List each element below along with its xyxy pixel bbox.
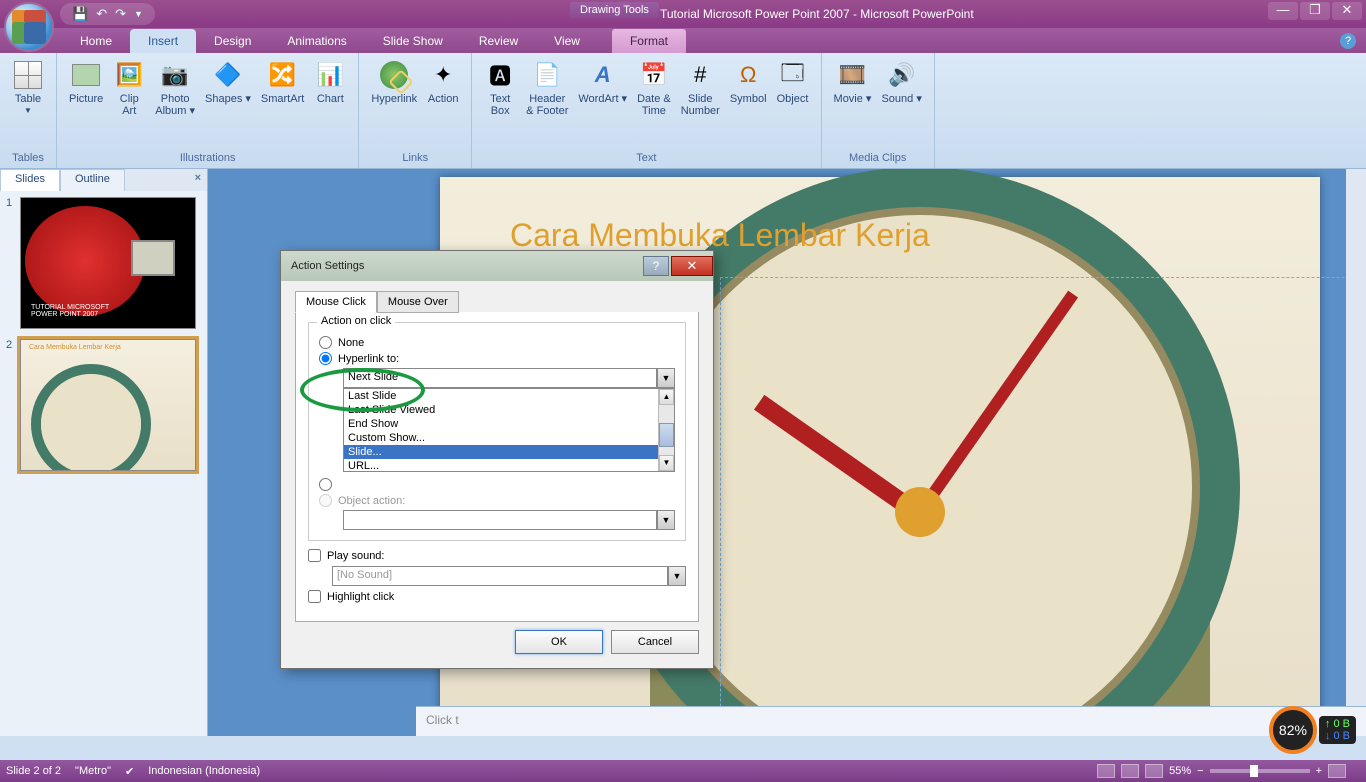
spellcheck-icon[interactable]: ✔	[125, 765, 134, 778]
tab-view[interactable]: View	[536, 29, 598, 53]
combo-dropdown-icon: ▼	[657, 510, 675, 530]
qat-dropdown-icon[interactable]: ▼	[134, 9, 143, 19]
clipart-button[interactable]: 🖼️Clip Art	[109, 57, 149, 150]
movie-button[interactable]: 🎞️Movie ▾	[830, 57, 876, 150]
dialog-close-button[interactable]: ✕	[671, 256, 713, 276]
ribbon-group-text: 🅰Text Box 📄Header & Footer AWordArt ▾ 📅D…	[472, 53, 821, 168]
ribbon-group-media: 🎞️Movie ▾ 🔊Sound ▾ Media Clips	[822, 53, 935, 168]
redo-icon[interactable]: ↷	[115, 6, 126, 22]
photoalbum-button[interactable]: 📷Photo Album ▾	[151, 57, 199, 150]
tab-format[interactable]: Format	[612, 29, 686, 53]
groupbox-label: Action on click	[317, 315, 395, 327]
meter-percent: 82%	[1269, 706, 1317, 754]
tab-slideshow[interactable]: Slide Show	[365, 29, 461, 53]
network-meter-overlay: 82% ↑ 0 B ↓ 0 B	[1269, 706, 1356, 754]
undo-icon[interactable]: ↶	[96, 6, 107, 22]
tab-home[interactable]: Home	[62, 29, 130, 53]
zoom-percent[interactable]: 55%	[1169, 765, 1191, 777]
tab-review[interactable]: Review	[461, 29, 536, 53]
slide-thumbnail[interactable]: 2 Cara Membuka Lembar Kerja	[6, 339, 201, 471]
object-button[interactable]: 🗔Object	[773, 57, 813, 150]
hyperlink-listbox[interactable]: Last Slide Last Slide Viewed End Show Cu…	[343, 388, 675, 472]
notes-pane[interactable]: Click t	[416, 706, 1366, 736]
wordart-button[interactable]: AWordArt ▾	[574, 57, 631, 150]
slideshow-view-button[interactable]	[1145, 764, 1163, 778]
language-indicator[interactable]: Indonesian (Indonesia)	[148, 765, 260, 777]
ribbon-tab-strip: Home Insert Design Animations Slide Show…	[0, 28, 1366, 53]
restore-button[interactable]: ❐	[1300, 2, 1330, 20]
status-bar: Slide 2 of 2 "Metro" ✔ Indonesian (Indon…	[0, 760, 1366, 782]
hyperlink-combo[interactable]: Next Slide	[343, 368, 657, 388]
table-button[interactable]: Table▼	[8, 57, 48, 150]
slide-title-text[interactable]: Cara Membuka Lembar Kerja	[510, 217, 930, 254]
ribbon: Table▼ Tables Picture 🖼️Clip Art 📷Photo …	[0, 53, 1366, 169]
zoom-slider[interactable]	[1210, 769, 1310, 773]
zoom-in-button[interactable]: +	[1316, 765, 1322, 777]
highlight-checkbox[interactable]	[308, 590, 321, 603]
help-icon[interactable]: ?	[1340, 33, 1356, 49]
theme-indicator: "Metro"	[75, 765, 111, 777]
download-rate: ↓ 0 B	[1325, 730, 1350, 742]
ribbon-group-tables: Table▼ Tables	[0, 53, 57, 168]
zoom-out-button[interactable]: −	[1197, 765, 1203, 777]
symbol-button[interactable]: ΩSymbol	[726, 57, 771, 150]
radio-run-program[interactable]	[319, 478, 332, 491]
object-action-combo	[343, 510, 657, 530]
outline-tab[interactable]: Outline	[60, 169, 125, 191]
mouseclick-tab[interactable]: Mouse Click	[295, 291, 377, 313]
picture-button[interactable]: Picture	[65, 57, 107, 150]
cancel-button[interactable]: Cancel	[611, 630, 699, 654]
ok-button[interactable]: OK	[515, 630, 603, 654]
tab-insert[interactable]: Insert	[130, 29, 196, 53]
save-icon[interactable]: 💾	[72, 6, 88, 22]
sound-button[interactable]: 🔊Sound ▾	[877, 57, 925, 150]
slidenumber-button[interactable]: #Slide Number	[677, 57, 724, 150]
action-settings-dialog: Action Settings ? ✕ Mouse Click Mouse Ov…	[280, 250, 714, 669]
shapes-button[interactable]: 🔷Shapes ▾	[201, 57, 255, 150]
window-title: Tutorial Microsoft Power Point 2007 - Mi…	[660, 7, 974, 21]
contextual-tab-group: Drawing Tools	[570, 2, 659, 18]
slides-tab[interactable]: Slides	[0, 169, 60, 191]
ribbon-group-illustrations: Picture 🖼️Clip Art 📷Photo Album ▾ 🔷Shape…	[57, 53, 359, 168]
tab-animations[interactable]: Animations	[269, 29, 364, 53]
upload-rate: ↑ 0 B	[1325, 718, 1350, 730]
mouseover-tab[interactable]: Mouse Over	[377, 291, 459, 313]
radio-hyperlink[interactable]	[319, 352, 332, 365]
smartart-button[interactable]: 🔀SmartArt	[257, 57, 308, 150]
ribbon-group-links: Hyperlink ✦Action Links	[359, 53, 472, 168]
hyperlink-button[interactable]: Hyperlink	[367, 57, 421, 150]
panel-close-icon[interactable]: ×	[189, 169, 207, 191]
headerfooter-button[interactable]: 📄Header & Footer	[522, 57, 572, 150]
slide-thumbnail[interactable]: 1 TUTORIAL MICROSOFTPOWER POINT 2007	[6, 197, 201, 329]
textbox-button[interactable]: 🅰Text Box	[480, 57, 520, 150]
minimize-button[interactable]: —	[1268, 2, 1298, 20]
title-bar: 💾 ↶ ↷ ▼ Drawing Tools Tutorial Microsoft…	[0, 0, 1366, 28]
combo-dropdown-icon: ▼	[668, 566, 686, 586]
listbox-scrollbar[interactable]: ▲▼	[658, 389, 674, 471]
combo-dropdown-icon[interactable]: ▼	[657, 368, 675, 388]
datetime-button[interactable]: 📅Date & Time	[633, 57, 675, 150]
vertical-scrollbar[interactable]	[1346, 169, 1366, 736]
tab-design[interactable]: Design	[196, 29, 269, 53]
action-button[interactable]: ✦Action	[423, 57, 463, 150]
radio-none[interactable]	[319, 336, 332, 349]
sound-combo: [No Sound]	[332, 566, 668, 586]
quick-access-toolbar: 💾 ↶ ↷ ▼	[60, 3, 155, 25]
selection-handles[interactable]	[720, 277, 1366, 736]
radio-object-action	[319, 494, 332, 507]
close-button[interactable]: ✕	[1332, 2, 1362, 20]
slide-panel: Slides Outline × 1 TUTORIAL MICROSOFTPOW…	[0, 169, 208, 736]
normal-view-button[interactable]	[1097, 764, 1115, 778]
fit-button[interactable]	[1328, 764, 1346, 778]
sorter-view-button[interactable]	[1121, 764, 1139, 778]
play-sound-checkbox[interactable]	[308, 549, 321, 562]
dialog-help-button[interactable]: ?	[643, 256, 669, 276]
slide-indicator: Slide 2 of 2	[6, 765, 61, 777]
chart-button[interactable]: 📊Chart	[310, 57, 350, 150]
dialog-titlebar[interactable]: Action Settings ? ✕	[281, 251, 713, 281]
office-button[interactable]	[4, 2, 54, 52]
